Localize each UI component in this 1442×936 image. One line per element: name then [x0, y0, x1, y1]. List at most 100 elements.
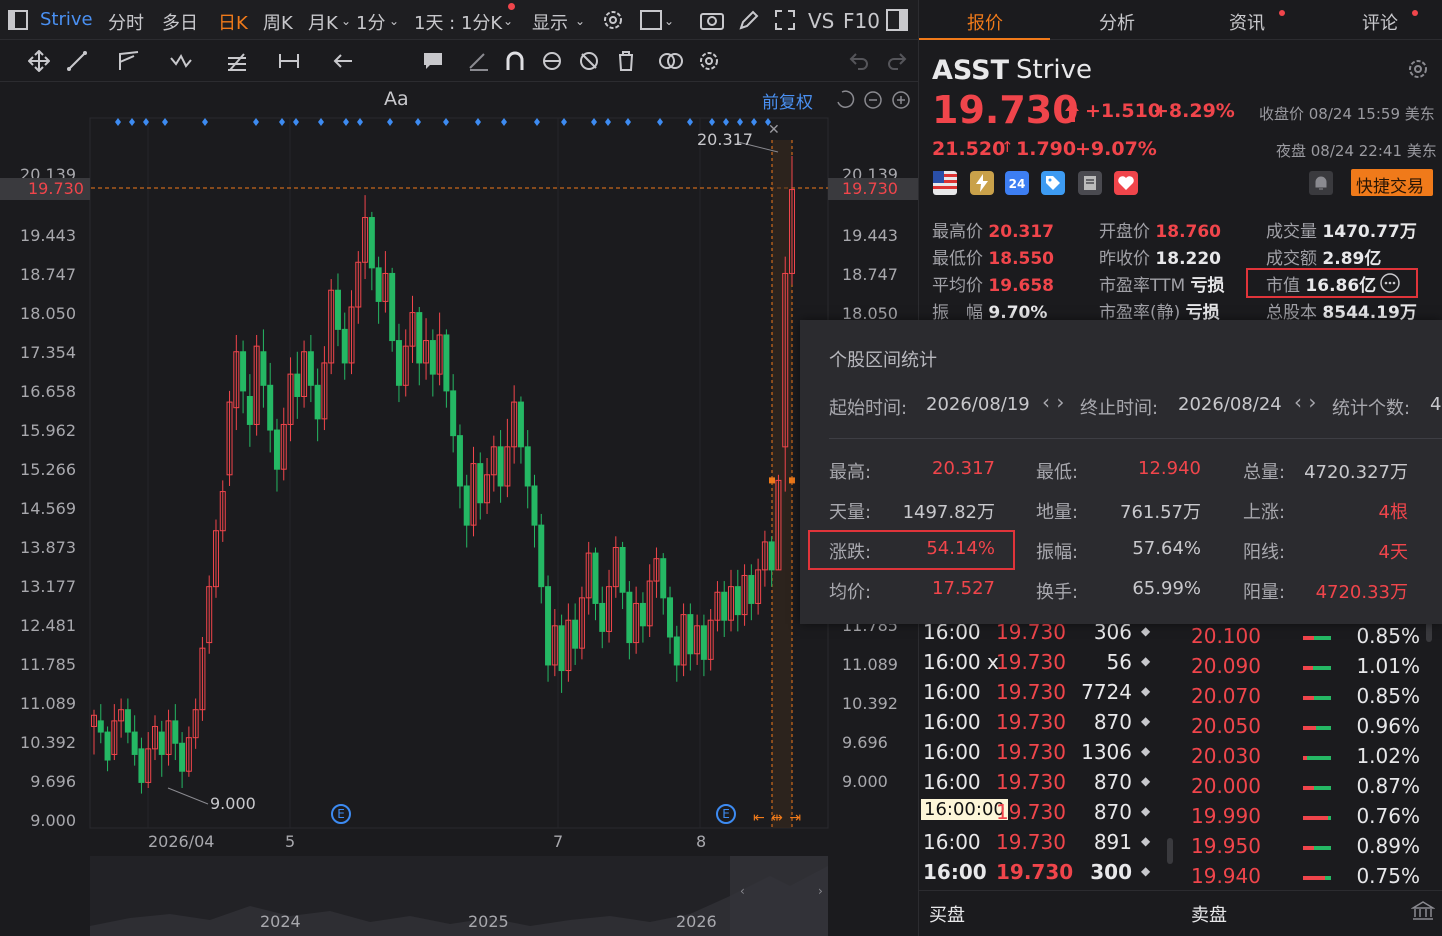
panel-toggle-icon[interactable]	[886, 9, 908, 36]
event-dot[interactable]	[202, 118, 208, 126]
arrow-left-icon[interactable]	[332, 50, 354, 72]
magnet-icon[interactable]	[504, 50, 526, 72]
tab-monthly-k[interactable]: 月K	[308, 9, 338, 35]
flash-icon[interactable]	[970, 171, 994, 195]
end-date[interactable]: 2026/08/24	[1178, 394, 1282, 415]
event-dot[interactable]	[357, 118, 363, 126]
event-dot[interactable]	[625, 118, 631, 126]
event-dot[interactable]	[737, 118, 743, 126]
event-dot[interactable]	[723, 118, 729, 126]
comment-icon[interactable]	[422, 50, 444, 72]
end-date-stepper-icon[interactable]: ‹ ›	[1294, 390, 1316, 414]
event-dot[interactable]	[253, 118, 259, 126]
pencil-icon[interactable]	[738, 9, 760, 36]
undo-icon[interactable]	[848, 50, 870, 72]
app-name[interactable]: Strive	[40, 9, 93, 30]
event-dot[interactable]	[318, 118, 324, 126]
navigator-left-handle-icon[interactable]: ‹	[740, 884, 745, 898]
range-handles-icon[interactable]: ⇤ ⇹ ⇥	[753, 810, 802, 826]
event-dot[interactable]	[387, 118, 393, 126]
scrollbar[interactable]	[1167, 838, 1173, 864]
tab-intraday[interactable]: 分时	[108, 9, 144, 35]
event-marker[interactable]: E	[331, 804, 351, 824]
more-icon[interactable]	[1379, 272, 1401, 294]
event-dot[interactable]	[162, 118, 168, 126]
redo-icon[interactable]	[886, 50, 908, 72]
compare-icon[interactable]	[658, 50, 684, 72]
buy-orders-label[interactable]: 买盘	[929, 901, 965, 927]
sidebar-toggle-icon[interactable]	[8, 10, 28, 35]
candlestick-chart[interactable]: 前复权 20.139 19.443 18.747 18.050 17.354 16.658…	[0, 82, 918, 936]
event-dot[interactable]	[709, 118, 715, 126]
document-icon[interactable]	[1078, 171, 1102, 195]
event-marker[interactable]: E	[716, 804, 736, 824]
quote-settings-icon[interactable]	[1407, 58, 1429, 80]
event-dot[interactable]	[534, 118, 540, 126]
tab-daily-k[interactable]: 日K	[218, 9, 248, 35]
event-dot[interactable]	[687, 118, 693, 126]
event-dot[interactable]	[443, 118, 449, 126]
tab-news[interactable]: 资讯	[1229, 9, 1265, 35]
move-icon[interactable]	[28, 50, 50, 72]
f10-button[interactable]: F10	[843, 9, 880, 33]
event-dot[interactable]	[561, 118, 567, 126]
eraser-line-icon[interactable]	[468, 50, 490, 72]
event-dot[interactable]	[343, 118, 349, 126]
event-dot[interactable]	[501, 118, 507, 126]
event-dot[interactable]	[657, 118, 663, 126]
camera-icon[interactable]	[700, 9, 724, 36]
chart-settings-icon[interactable]	[698, 50, 720, 72]
tab-multiday[interactable]: 多日	[162, 9, 198, 35]
chevron-down-icon[interactable]: ⌄	[575, 14, 585, 28]
event-dot[interactable]	[129, 118, 135, 126]
event-dot[interactable]	[415, 118, 421, 126]
hide-drawing-icon[interactable]	[578, 50, 600, 72]
chevron-down-icon[interactable]: ⌄	[664, 14, 674, 28]
event-dot[interactable]	[475, 118, 481, 126]
settings-icon[interactable]	[602, 9, 624, 36]
measure-tool-icon[interactable]	[278, 50, 300, 72]
lock-drawing-icon[interactable]	[541, 50, 563, 72]
channel-tool-icon[interactable]	[118, 50, 140, 72]
bell-icon[interactable]	[1309, 171, 1333, 195]
display-menu[interactable]: 显示	[532, 9, 568, 35]
bank-icon[interactable]	[1411, 899, 1435, 923]
chevron-down-icon[interactable]: ⌄	[389, 14, 399, 28]
line-tool-icon[interactable]	[66, 50, 88, 72]
fib-tool-icon[interactable]	[226, 50, 248, 72]
event-dot[interactable]	[751, 118, 757, 126]
chevron-down-icon[interactable]: ⌄	[503, 14, 513, 28]
wave-tool-icon[interactable]	[170, 50, 192, 72]
event-dot[interactable]	[293, 118, 299, 126]
event-dot[interactable]	[605, 118, 611, 126]
fast-trade-button[interactable]: 快捷交易	[1351, 169, 1433, 197]
layout-icon[interactable]	[640, 9, 662, 36]
chart-zoom-controls[interactable]	[836, 90, 916, 110]
event-dot[interactable]	[115, 118, 121, 126]
heart-icon[interactable]	[1114, 171, 1138, 195]
sell-orders-label[interactable]: 卖盘	[1191, 901, 1227, 927]
event-dot[interactable]	[279, 118, 285, 126]
chevron-down-icon[interactable]: ⌄	[341, 14, 351, 28]
event-dot[interactable]	[591, 118, 597, 126]
candle	[721, 581, 728, 637]
tab-comments[interactable]: 评论	[1362, 9, 1398, 35]
overview-navigator[interactable]: ‹ ›	[90, 856, 828, 936]
adjust-mode[interactable]: 前复权	[762, 88, 813, 113]
tab-weekly-k[interactable]: 周K	[263, 9, 293, 35]
vs-button[interactable]: VS	[808, 9, 834, 33]
tab-quote[interactable]: 报价	[967, 9, 1003, 35]
trash-icon[interactable]	[615, 50, 637, 72]
navigator-right-handle-icon[interactable]: ›	[818, 884, 823, 898]
24h-icon[interactable]: 24	[1005, 171, 1029, 195]
tag-icon[interactable]	[1041, 171, 1065, 195]
chart-canvas[interactable]	[0, 82, 918, 936]
start-date-stepper-icon[interactable]: ‹ ›	[1042, 390, 1064, 414]
scrollbar[interactable]	[1426, 622, 1432, 642]
fullscreen-icon[interactable]	[774, 9, 796, 36]
tab-1min[interactable]: 1分	[356, 9, 385, 35]
close-selection-icon[interactable]: ✕	[768, 122, 780, 138]
start-date[interactable]: 2026/08/19	[926, 394, 1030, 415]
interval-select[interactable]: 1天 : 1分K	[414, 9, 502, 35]
tab-analysis[interactable]: 分析	[1099, 9, 1135, 35]
